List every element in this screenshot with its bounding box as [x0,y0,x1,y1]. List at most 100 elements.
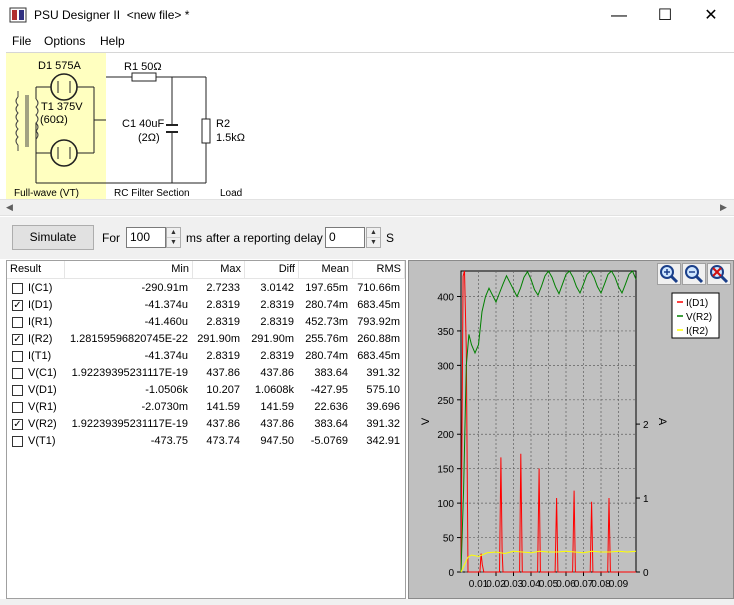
cell-mean: -427.95 [310,384,348,396]
menu-help[interactable]: Help [100,34,125,48]
result-name: V(C1) [28,367,57,379]
minimize-button[interactable]: — [596,0,642,31]
result-name: I(C1) [28,282,53,294]
col-max[interactable]: Max [193,261,245,279]
duration-down-icon[interactable]: ▼ [167,238,180,248]
cell-min: 1.92239395231117E-19 [71,367,188,379]
window-title: PSU Designer II <new file> * [34,8,190,22]
cell-diff: 291.90m [251,333,294,345]
cell-rms: 391.32 [366,367,400,379]
plot-checkbox[interactable] [12,351,23,362]
legend-label: I(D1) [686,298,708,309]
cell-mean: 22.636 [314,401,348,413]
plot-checkbox[interactable] [12,385,23,396]
cell-rms: 683.45m [357,299,400,311]
y-tick-label: 200 [437,430,454,441]
menu-file[interactable]: File [12,34,31,48]
duration-up-icon[interactable]: ▲ [167,228,180,238]
table-row[interactable]: V(T1) -473.75 473.74 947.50 -5.0769 342.91 [7,433,405,450]
c1-label: C1 40uF [122,118,165,130]
scroll-right-icon[interactable]: ▶ [720,202,727,213]
cell-mean: 280.74m [305,350,348,362]
for-label: For [102,231,120,245]
close-button[interactable]: ✕ [688,0,734,31]
cell-max: 437.86 [206,367,240,379]
menu-options[interactable]: Options [44,34,85,48]
ms-label: ms [186,231,202,245]
cell-diff: 2.8319 [260,299,294,311]
schematic-scrollbar[interactable]: ◀ ▶ [0,199,734,216]
rectifier-valves [35,73,106,183]
legend-label: I(R2) [686,326,708,337]
plot-checkbox[interactable]: ✓ [12,300,23,311]
result-name: I(R2) [28,333,53,345]
table-row[interactable]: V(C1) 1.92239395231117E-19 437.86 437.86 383… [7,365,405,382]
cell-diff: 437.86 [260,367,294,379]
y-tick-label: 400 [437,292,454,303]
y-axis-label-right: A [656,418,668,426]
y-axis-label: V [420,417,432,425]
table-row[interactable]: V(R1) -2.0730m 141.59 141.59 22.636 39.696 [7,399,405,416]
table-row[interactable]: I(R1) -41.460u 2.8319 2.8319 452.73m 793.92m [7,314,405,331]
plot-checkbox[interactable] [12,283,23,294]
cell-rms: 793.92m [357,316,400,328]
cell-mean: 255.76m [305,333,348,345]
filter-section-label: RC Filter Section [114,188,190,199]
table-row[interactable]: V(D1) -1.0506k 10.207 1.0608k -427.95 575.10 [7,382,405,399]
x-tick-label: 0.09 [609,579,629,590]
cell-max: 2.8319 [206,350,240,362]
c1-resistance: (2Ω) [138,132,160,144]
cell-min: -41.374u [144,299,188,311]
wiring [36,76,207,184]
plot-checkbox[interactable] [12,402,23,413]
table-row[interactable]: ✓ I(R2) 1.28159596820745E-22 291.90m 291.90m… [7,331,405,348]
simulate-button[interactable]: Simulate [12,225,94,250]
col-mean[interactable]: Mean [299,261,353,279]
y-tick-label: 100 [437,499,454,510]
col-rms[interactable]: RMS [353,261,405,279]
plot-checkbox[interactable]: ✓ [12,334,23,345]
col-diff[interactable]: Diff [245,261,299,279]
cell-max: 10.207 [206,384,240,396]
plot-checkbox[interactable] [12,368,23,379]
cell-rms: 710.66m [357,282,400,294]
cell-rms: 342.91 [366,435,400,447]
table-row[interactable]: I(T1) -41.374u 2.8319 2.8319 280.74m 683.45m [7,348,405,365]
delay-input[interactable]: 0 [325,227,365,248]
table-row[interactable]: ✓ V(R2) 1.92239395231117E-19 437.86 437.86 38… [7,416,405,433]
plot-checkbox[interactable] [12,436,23,447]
y-right-tick-label: 1 [643,494,649,505]
delay-up-icon[interactable]: ▲ [367,228,380,238]
delay-label: after a reporting delay of [206,231,337,245]
cell-max: 2.7233 [206,282,240,294]
cell-max: 291.90m [197,333,240,345]
duration-input[interactable]: 100 [126,227,166,248]
delay-down-icon[interactable]: ▼ [367,238,380,248]
rectifier-label: Full-wave (VT) [14,188,80,199]
y-tick-label: 0 [448,568,454,579]
cell-diff: 947.50 [260,435,294,447]
delay-spinner[interactable]: ▲ ▼ [366,227,381,248]
table-row[interactable]: I(C1) -290.91m 2.7233 3.0142 197.65m 710.66m [7,280,405,297]
col-result[interactable]: Result [7,261,65,279]
load-label: Load [220,188,243,199]
menu-bar: File Options Help [0,31,734,51]
result-name: V(R1) [28,401,57,413]
maximize-button[interactable]: ☐ [642,0,688,31]
table-row[interactable]: ✓ I(D1) -41.374u 2.8319 2.8319 280.74m 683.45m [7,297,405,314]
y-tick-label: 300 [437,361,454,372]
col-min[interactable]: Min [65,261,193,279]
title-bar: PSU Designer II <new file> * — ☐ ✕ [0,0,734,31]
plot-checkbox[interactable] [12,317,23,328]
duration-spinner[interactable]: ▲ ▼ [166,227,181,248]
results-table: Result Min Max Diff Mean RMS I(C1) -290.9… [6,260,406,599]
cell-min: -473.75 [150,435,188,447]
legend-label: V(R2) [686,312,712,323]
scroll-left-icon[interactable]: ◀ [6,202,13,213]
cell-mean: 383.64 [314,367,348,379]
app-icon [9,7,27,23]
plot-checkbox[interactable]: ✓ [12,419,23,430]
transformer-symbol [15,91,39,151]
cell-mean: -5.0769 [310,435,348,447]
cell-diff: 2.8319 [260,316,294,328]
